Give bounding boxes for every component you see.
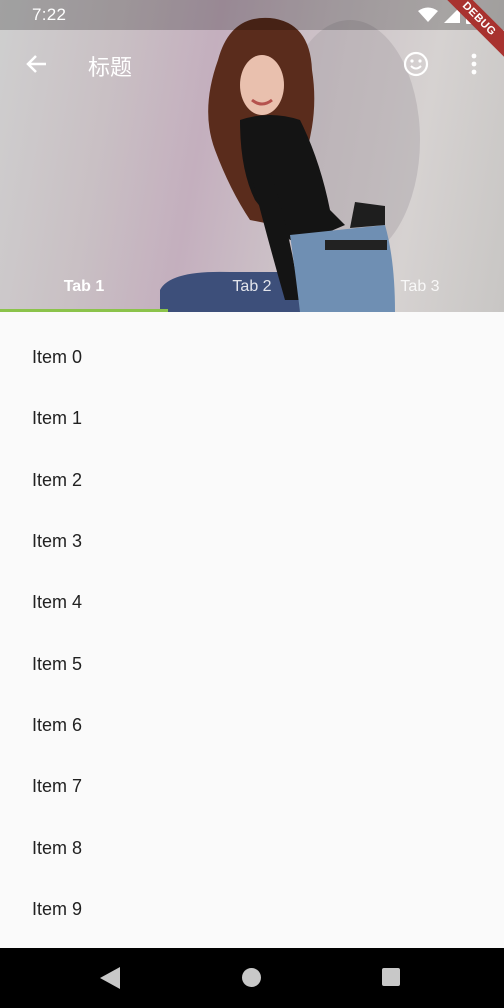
list-item-7[interactable]: Item 7 <box>0 756 504 817</box>
wifi-icon <box>418 7 438 22</box>
list-item-3[interactable]: Item 3 <box>0 511 504 572</box>
app-bar: 标题 <box>0 30 504 98</box>
system-nav-bar <box>0 948 504 1008</box>
list-item-5[interactable]: Item 5 <box>0 633 504 694</box>
triangle-back-icon[interactable] <box>100 967 120 989</box>
list-item-1[interactable]: Item 1 <box>0 388 504 449</box>
status-time: 7:22 <box>32 5 67 24</box>
item-list[interactable]: Item 0 Item 1 Item 2 Item 3 Item 4 Item … <box>0 312 504 948</box>
more-vert-icon <box>471 53 477 75</box>
tab-2[interactable]: Tab 2 <box>168 262 336 312</box>
list-item-4[interactable]: Item 4 <box>0 572 504 633</box>
more-options-button[interactable] <box>456 44 492 84</box>
tab-1[interactable]: Tab 1 <box>0 262 168 312</box>
smiley-icon <box>403 51 429 77</box>
list-item-8[interactable]: Item 8 <box>0 817 504 878</box>
list-item-0[interactable]: Item 0 <box>0 327 504 388</box>
back-button[interactable] <box>16 44 56 84</box>
square-recents-icon[interactable] <box>382 968 400 986</box>
page-title: 标题 <box>88 55 133 80</box>
arrow-back-icon <box>26 55 46 73</box>
tab-3[interactable]: Tab 3 <box>336 262 504 312</box>
emoji-button[interactable] <box>396 44 436 84</box>
status-bar: 7:22 DEBUG <box>0 0 504 65</box>
circle-home-icon[interactable] <box>242 968 261 987</box>
list-item-2[interactable]: Item 2 <box>0 450 504 511</box>
tab-bar: Tab 1 Tab 2 Tab 3 <box>0 262 504 312</box>
list-item-9[interactable]: Item 9 <box>0 879 504 940</box>
list-item-6[interactable]: Item 6 <box>0 695 504 756</box>
header-image-banner: 7:22 DEBUG 标题 Tab 1 Tab 2 Tab 3 <box>0 0 504 312</box>
